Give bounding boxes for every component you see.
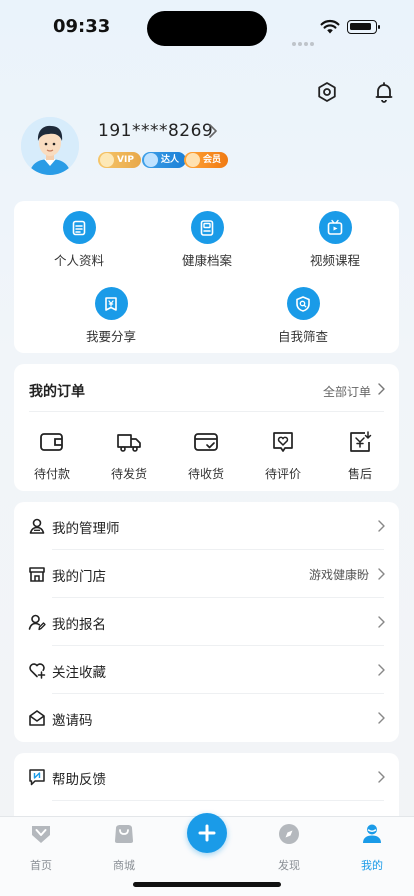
order-after-sale[interactable]: 售后: [330, 430, 390, 482]
tab-mall[interactable]: 商城: [94, 823, 154, 873]
card-check-icon: [194, 433, 218, 451]
menu-item-help-feedback[interactable]: 帮助反馈: [14, 753, 399, 801]
signal-icon: [292, 31, 316, 46]
order-pending-receipt[interactable]: 待收货: [176, 430, 236, 482]
truck-icon: [117, 434, 141, 452]
member-badge: 会员: [184, 152, 229, 168]
expert-badge: 达人: [142, 152, 187, 168]
settings-icon[interactable]: [315, 80, 339, 104]
orders-title: 我的订单: [29, 384, 85, 400]
status-time: 09:33: [53, 16, 111, 37]
chevron-right-icon: [378, 712, 385, 724]
crown-icon: [100, 153, 114, 167]
video-course-icon: [318, 211, 352, 244]
compass-icon: [279, 824, 299, 844]
divider: [29, 411, 384, 412]
wifi-icon: [320, 19, 340, 34]
order-pending-review[interactable]: 待评价: [253, 430, 313, 482]
all-orders-link[interactable]: 全部订单: [323, 383, 371, 400]
chevron-right-icon: [378, 664, 385, 676]
wallet-icon: [40, 433, 63, 451]
favorite-icon: [29, 663, 46, 679]
menu-item-favorites[interactable]: 关注收藏: [14, 646, 399, 694]
share-icon: [94, 287, 128, 320]
quick-action-profile[interactable]: 个人资料: [24, 211, 134, 269]
store-icon: [29, 567, 45, 582]
tab-mine[interactable]: 我的: [342, 823, 402, 873]
status-bar: 09:33: [0, 0, 414, 56]
tab-discover[interactable]: 发现: [259, 823, 319, 873]
divider: [52, 800, 384, 801]
avatar[interactable]: [21, 117, 79, 175]
manager-icon: [29, 518, 45, 534]
add-button[interactable]: [187, 813, 227, 853]
user-icon: [363, 824, 381, 843]
vip-badge: VIP: [98, 152, 141, 168]
self-screen-icon: [286, 287, 320, 320]
menu-item-manager[interactable]: 我的管理师: [14, 502, 399, 550]
order-pending-shipment[interactable]: 待发货: [99, 430, 159, 482]
profile-doc-icon: [62, 211, 96, 244]
thumb-icon: [186, 153, 200, 167]
heart-review-icon: [273, 432, 293, 452]
medal-icon: [144, 153, 158, 167]
menu-item-signup[interactable]: 我的报名: [14, 598, 399, 646]
bell-icon[interactable]: [372, 80, 396, 104]
order-pending-payment[interactable]: 待付款: [22, 430, 82, 482]
chevron-right-icon: [378, 568, 385, 580]
chevron-right-icon[interactable]: [208, 124, 218, 138]
user-phone[interactable]: 191****8269: [98, 121, 213, 141]
feedback-icon: [29, 769, 45, 786]
quick-action-health-record[interactable]: 健康档案: [152, 211, 262, 269]
quick-action-self-screen[interactable]: 自我筛查: [248, 287, 358, 345]
invite-icon: [29, 710, 45, 726]
chevron-right-icon[interactable]: [377, 383, 385, 395]
quick-actions-card: 个人资料 健康档案 视频课程 我要分享 自我筛查: [14, 201, 399, 353]
signup-icon: [28, 614, 46, 631]
tab-home[interactable]: 首页: [11, 823, 71, 873]
plus-icon: [198, 824, 216, 842]
quick-action-share[interactable]: 我要分享: [56, 287, 166, 345]
menu-item-store[interactable]: 我的门店 游戏健康盼: [14, 550, 399, 598]
health-record-icon: [190, 211, 224, 244]
battery-icon: [347, 20, 380, 34]
chevron-right-icon: [378, 616, 385, 628]
chevron-right-icon: [378, 520, 385, 532]
home-indicator: [133, 882, 281, 887]
after-sale-icon: [350, 431, 372, 452]
menu-item-invite-code[interactable]: 邀请码: [14, 694, 399, 742]
home-icon: [32, 826, 50, 843]
menu-card: 我的管理师 我的门店 游戏健康盼 我的报名 关注收藏 邀请码: [14, 502, 399, 742]
orders-card: 我的订单 全部订单 待付款 待发货 待收货 待评价 售后: [14, 364, 399, 491]
shop-icon: [115, 825, 133, 843]
store-value: 游戏健康盼: [308, 568, 369, 582]
dynamic-island: [147, 11, 267, 46]
chevron-right-icon: [378, 771, 385, 783]
avatar-illustration-icon: [21, 117, 79, 175]
quick-action-video-course[interactable]: 视频课程: [280, 211, 390, 269]
